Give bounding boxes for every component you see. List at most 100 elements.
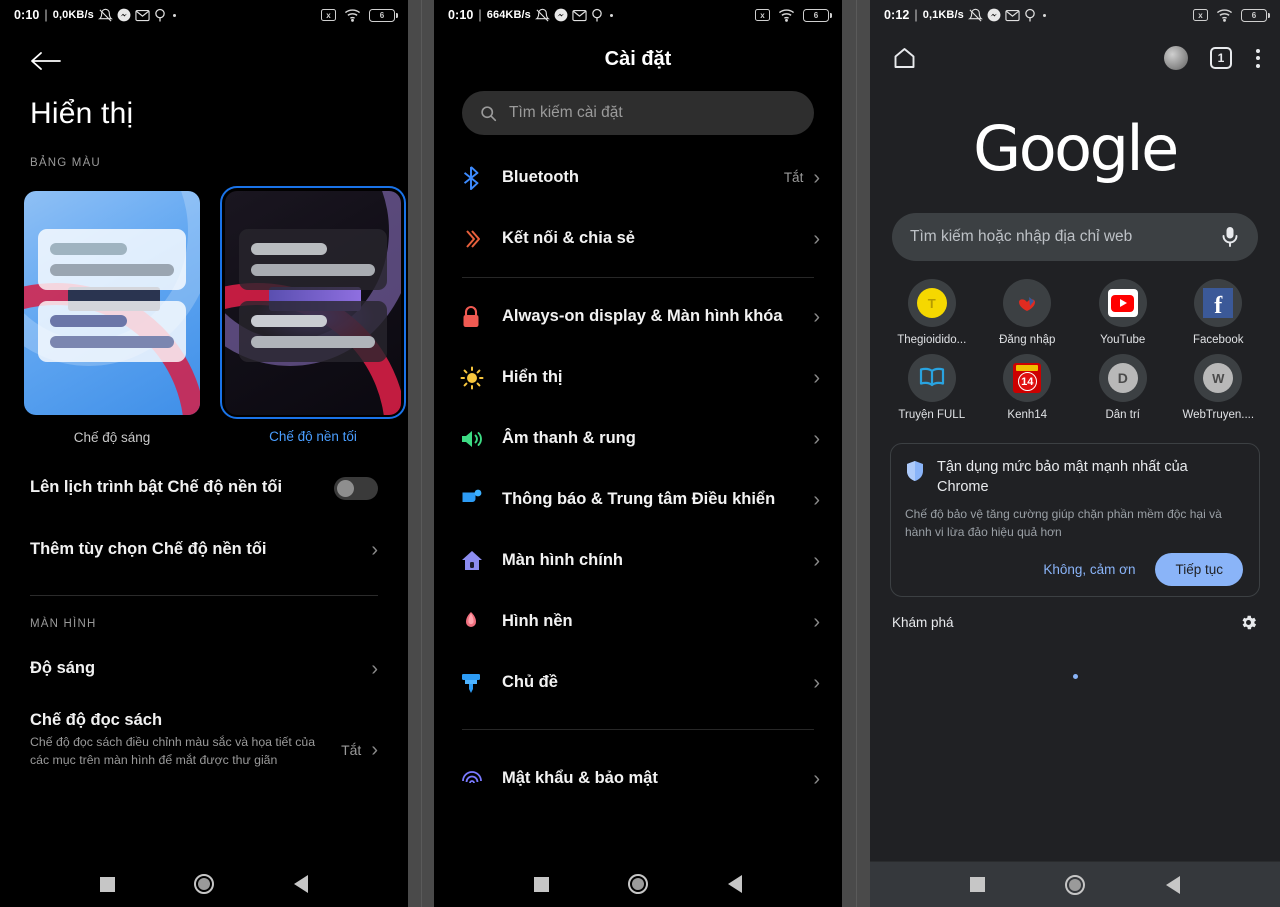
speaker-icon [460, 428, 502, 450]
section-header-screen: MÀN HÌNH [30, 618, 97, 630]
back-arrow-icon[interactable] [30, 48, 64, 74]
shortcut-tile[interactable]: Truyện FULL [884, 354, 980, 421]
chevron-right-icon: › [813, 767, 820, 790]
shortcut-tile[interactable]: 14 Kenh14 [980, 354, 1076, 421]
row-label: Lên lịch trình bật Chế độ nền tối [30, 478, 283, 497]
search-input[interactable]: Tìm kiếm cài đặt [462, 91, 814, 135]
tile-icon-webtruyen: W [1194, 354, 1243, 402]
chevron-right-icon: › [813, 427, 820, 450]
profile-avatar[interactable] [1164, 46, 1188, 70]
back-triangle-icon[interactable] [728, 875, 743, 893]
settings-row-bluetooth[interactable]: Bluetooth Tắt › [434, 147, 842, 208]
section-divider [462, 729, 814, 730]
tile-label: WebTruyen.... [1182, 409, 1255, 421]
settings-row-home-screen[interactable]: Màn hình chính › [434, 530, 842, 591]
tile-label: Facebook [1192, 334, 1244, 346]
tile-icon-youtube [1098, 279, 1147, 327]
home-circle-icon[interactable] [628, 874, 649, 894]
wifi-icon [344, 8, 361, 22]
tile-label: YouTube [1100, 334, 1146, 346]
promo-dismiss-button[interactable]: Không, cảm ơn [1029, 553, 1149, 586]
kebab-menu-icon[interactable] [1254, 47, 1262, 70]
row-schedule-dark-mode[interactable]: Lên lịch trình bật Chế độ nền tối [0, 457, 408, 519]
shield-icon [907, 461, 923, 481]
status-bar: 0:12 | 0,1KB/s x 6 [870, 0, 1280, 30]
row-label: Chế độ đọc sách [30, 711, 163, 729]
row-label: Thêm tùy chọn Chế độ nền tối [30, 540, 267, 559]
status-network-speed: 0,0KB/s [52, 9, 94, 21]
gear-icon[interactable] [1239, 613, 1258, 632]
shortcut-tile[interactable]: f Facebook [1171, 279, 1267, 346]
dark-mode-schedule-toggle[interactable] [334, 476, 378, 500]
screenshot-stage: 0:10 | 0,0KB/s x 6 Hiển thị BẢNG MÀU Chế… [0, 0, 1280, 907]
omnibox-placeholder: Tìm kiếm hoặc nhập địa chỉ web [910, 228, 1133, 245]
status-separator: | [914, 8, 918, 22]
theme-preview-light [24, 191, 200, 415]
chevron-right-icon: › [813, 610, 820, 633]
home-icon[interactable] [892, 46, 917, 70]
discover-section-header: Khám phá [870, 597, 1280, 632]
chevron-right-icon: › [813, 549, 820, 572]
sim-off-icon: x [755, 9, 770, 21]
search-placeholder: Tìm kiếm cài đặt [509, 104, 623, 121]
row-brightness[interactable]: Độ sáng › [0, 638, 408, 700]
chevron-right-icon: › [371, 739, 378, 761]
tile-label: Thegioidido... [897, 334, 967, 346]
back-triangle-icon[interactable] [1165, 875, 1180, 894]
system-navigation-bar [0, 861, 408, 907]
phone-panel-settings-list: 0:10 | 664KB/s x 6 Cài đặt Tìm kiếm cài … [434, 0, 842, 907]
home-circle-icon[interactable] [194, 874, 215, 894]
messenger-icon [554, 8, 568, 22]
recents-square-icon[interactable] [970, 877, 986, 892]
settings-row-themes[interactable]: Chủ đề › [434, 652, 842, 713]
row-label: Âm thanh & rung [502, 428, 636, 447]
theme-label-light: Chế độ sáng [73, 430, 151, 445]
omnibox-search-input[interactable]: Tìm kiếm hoặc nhập địa chỉ web [892, 213, 1258, 261]
connection-share-icon [460, 227, 502, 251]
settings-row-password-security[interactable]: Mật khẩu & bảo mật › [434, 748, 842, 809]
messenger-icon [117, 8, 131, 22]
search-icon [481, 105, 497, 121]
microphone-icon[interactable] [1220, 225, 1240, 249]
shortcut-tile[interactable]: D Dân trí [1075, 354, 1171, 421]
page-title: Cài đặt [604, 48, 672, 70]
panel-gap-2 [842, 0, 870, 907]
location-pin-icon [1024, 8, 1036, 23]
row-reading-mode[interactable]: Chế độ đọc sách Chế độ đọc sách điều chỉ… [0, 700, 408, 769]
chevron-right-icon: › [813, 166, 820, 189]
theme-selection-outline [220, 186, 406, 419]
theme-preview-dark [224, 190, 401, 415]
row-label: Thông báo & Trung tâm Điều khiển [502, 489, 776, 508]
promo-accept-button[interactable]: Tiếp tục [1155, 552, 1243, 586]
theme-option-light[interactable]: Chế độ sáng [19, 186, 205, 445]
recents-square-icon[interactable] [99, 876, 115, 892]
settings-row-sound-vibration[interactable]: Âm thanh & rung › [434, 408, 842, 469]
recents-square-icon[interactable] [533, 876, 549, 892]
location-pin-icon [154, 8, 166, 23]
theme-chooser: Chế độ sáng Chế độ nền tối [19, 186, 408, 445]
tab-switcher-button[interactable]: 1 [1210, 47, 1232, 69]
discover-label: Khám phá [892, 614, 954, 630]
row-more-dark-mode-options[interactable]: Thêm tùy chọn Chế độ nền tối › [0, 519, 408, 581]
theme-option-dark[interactable]: Chế độ nền tối [220, 186, 406, 445]
status-bar: 0:10 | 664KB/s x 6 [434, 0, 842, 30]
tile-label: Dân trí [1105, 409, 1140, 421]
section-header-color-palette: BẢNG MÀU [30, 157, 101, 169]
shortcut-tile[interactable]: W WebTruyen.... [1171, 354, 1267, 421]
chrome-toolbar: 1 [870, 30, 1280, 76]
shortcut-tile[interactable]: Đăng nhập [980, 279, 1076, 346]
tile-icon-dantri: D [1098, 354, 1147, 402]
home-circle-icon[interactable] [1065, 874, 1086, 895]
shortcut-tile[interactable]: T Thegioidido... [884, 279, 980, 346]
battery-indicator: 6 [1241, 8, 1270, 22]
chevron-right-icon: › [813, 305, 820, 328]
settings-row-connection-sharing[interactable]: Kết nối & chia sẻ › [434, 208, 842, 269]
settings-row-notifications-control-center[interactable]: Thông báo & Trung tâm Điều khiển › [434, 469, 842, 530]
status-bar: 0:10 | 0,0KB/s x 6 [0, 0, 408, 30]
shortcut-tile[interactable]: YouTube [1075, 279, 1171, 346]
settings-row-display[interactable]: Hiển thị › [434, 347, 842, 408]
settings-row-always-on-display[interactable]: Always-on display & Màn hình khóa › [434, 286, 842, 347]
back-triangle-icon[interactable] [294, 875, 309, 893]
settings-row-wallpaper[interactable]: Hình nền › [434, 591, 842, 652]
row-label: Hình nền [502, 611, 573, 630]
